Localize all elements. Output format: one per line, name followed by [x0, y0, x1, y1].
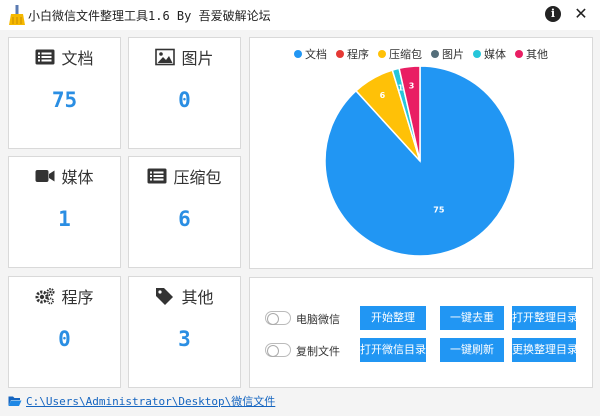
copy-files-toggle[interactable] [265, 343, 291, 357]
stat-label: 图片 [181, 49, 214, 68]
stat-label: 其他 [181, 288, 214, 307]
stat-card-other: 其他 3 [128, 276, 241, 388]
image-icon [155, 48, 176, 66]
document-icon [35, 49, 55, 65]
output-path-link[interactable]: C:\Users\Administrator\Desktop\微信文件 [26, 393, 275, 409]
path-row: C:\Users\Administrator\Desktop\微信文件 [8, 392, 275, 410]
stat-value: 0 [178, 88, 191, 112]
folder-open-icon [8, 396, 22, 406]
pc-wechat-label: 电脑微信 [296, 313, 340, 326]
dedupe-button[interactable]: 一键去重 [440, 306, 504, 330]
open-wechat-dir-button[interactable]: 打开微信目录 [360, 338, 426, 362]
stat-card-archives: 压缩包 6 [128, 156, 241, 268]
broom-icon [9, 5, 25, 25]
slice-label: 3 [409, 81, 415, 90]
video-camera-icon [35, 170, 55, 182]
stat-value: 75 [51, 88, 78, 112]
slice-label: 75 [433, 206, 445, 215]
window-title: 小白微信文件整理工具1.6 By 吾爱破解论坛 [28, 9, 271, 23]
open-sorted-dir-button[interactable]: 打开整理目录 [512, 306, 578, 330]
title-bar: 小白微信文件整理工具1.6 By 吾爱破解论坛 i ✕ [0, 0, 600, 30]
refresh-button[interactable]: 一键刷新 [440, 338, 504, 362]
stat-card-programs: 程序 0 [8, 276, 121, 388]
change-sorted-dir-button[interactable]: 更换整理目录 [512, 338, 578, 362]
controls-panel: 电脑微信 复制文件 开始整理 一键去重 打开整理目录 打开微信目录 一键刷新 更… [249, 277, 593, 388]
stat-value: 6 [178, 207, 191, 231]
archive-icon [147, 168, 167, 184]
stat-label: 程序 [61, 288, 94, 307]
stat-label: 压缩包 [173, 168, 222, 187]
pie-chart: 7561 3 [324, 65, 516, 257]
tag-icon [156, 288, 174, 305]
stat-card-images: 图片 0 [128, 37, 241, 149]
start-sort-button[interactable]: 开始整理 [360, 306, 426, 330]
stat-value: 0 [58, 327, 71, 351]
chart-panel: 文档 程序 压缩包 图片 媒体 其他 75 6 1 3 [249, 37, 593, 269]
gears-icon [35, 288, 55, 305]
copy-files-label: 复制文件 [296, 345, 340, 358]
pc-wechat-toggle[interactable] [265, 311, 291, 325]
info-button[interactable]: i [545, 6, 561, 22]
stat-label: 媒体 [61, 168, 94, 187]
stat-card-media: 媒体 1 [8, 156, 121, 268]
slice-label: 6 [380, 91, 386, 100]
stat-value: 1 [58, 207, 71, 231]
close-button[interactable]: ✕ [573, 4, 589, 24]
stat-value: 3 [178, 327, 191, 351]
stat-card-documents: 文档 75 [8, 37, 121, 149]
stat-label: 文档 [61, 49, 94, 68]
